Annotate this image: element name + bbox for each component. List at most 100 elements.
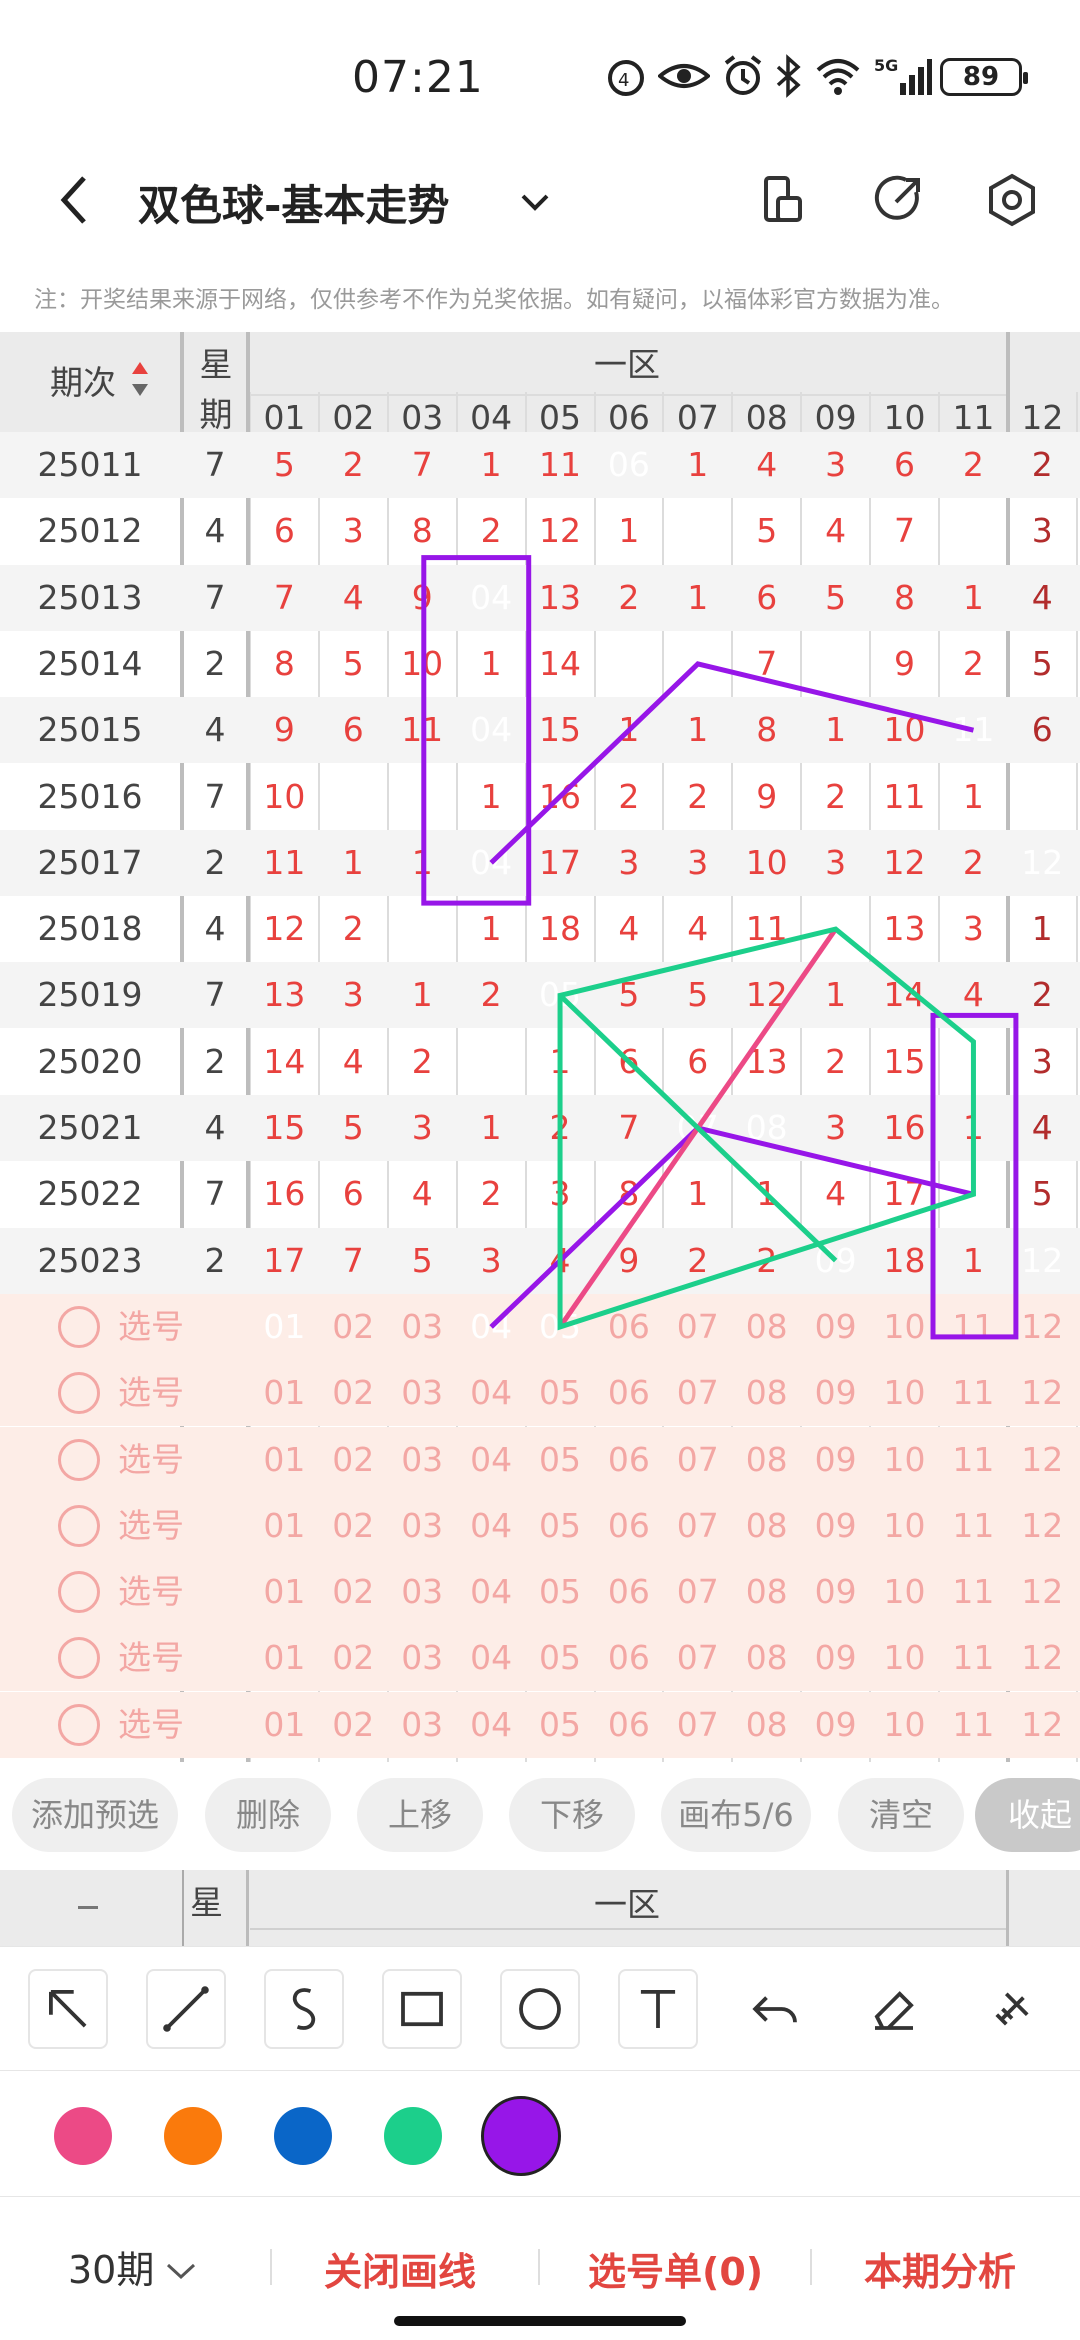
selectable-number[interactable]: 06 xyxy=(595,1294,664,1360)
arrow-tool-icon[interactable] xyxy=(28,1969,108,2049)
selectable-number[interactable]: 03 xyxy=(388,1294,457,1360)
selectable-number[interactable]: 04 xyxy=(457,1559,526,1625)
select-radio[interactable] xyxy=(58,1372,100,1415)
selectable-number[interactable]: 09 xyxy=(801,1692,870,1758)
selectable-number[interactable]: 07 xyxy=(663,1692,732,1758)
selectable-number[interactable]: 04 xyxy=(457,1493,526,1559)
selectable-number[interactable]: 01 xyxy=(250,1692,319,1758)
color-swatch-green[interactable] xyxy=(384,2107,442,2165)
selectable-number[interactable]: 02 xyxy=(319,1559,388,1625)
rectangle-tool-icon[interactable] xyxy=(382,1969,462,2049)
back-arrow-icon[interactable] xyxy=(50,170,100,230)
selectable-number[interactable]: 11 xyxy=(939,1559,1008,1625)
selectable-number[interactable]: 06 xyxy=(595,1360,664,1426)
selectable-number[interactable]: 12 xyxy=(1008,1493,1077,1559)
selectable-number[interactable]: 12 xyxy=(1008,1427,1077,1493)
selectable-number[interactable]: 12 xyxy=(1008,1692,1077,1758)
selectable-number[interactable]: 09 xyxy=(801,1493,870,1559)
line-tool-icon[interactable] xyxy=(146,1969,226,2049)
settings-icon[interactable] xyxy=(982,170,1042,230)
selectable-number[interactable]: 05 xyxy=(526,1493,595,1559)
selectable-number[interactable]: 03 xyxy=(388,1427,457,1493)
selection-list-button[interactable]: 选号单(0) xyxy=(588,2241,763,2296)
selectable-number[interactable]: 11 xyxy=(939,1427,1008,1493)
selectable-number[interactable]: 09 xyxy=(801,1360,870,1426)
selectable-number[interactable]: 10 xyxy=(870,1625,939,1691)
selectable-number[interactable]: 11 xyxy=(939,1360,1008,1426)
selected-number-ball[interactable]: 05 xyxy=(526,1294,595,1360)
selectable-number[interactable]: 08 xyxy=(732,1559,801,1625)
selectable-number[interactable]: 09 xyxy=(801,1427,870,1493)
period-analysis-button[interactable]: 本期分析 xyxy=(864,2241,1016,2296)
selectable-number[interactable]: 08 xyxy=(732,1294,801,1360)
selectable-number[interactable]: 03 xyxy=(388,1493,457,1559)
selectable-number[interactable]: 01 xyxy=(250,1427,319,1493)
canvas-button[interactable]: 画布5/6 xyxy=(661,1778,811,1852)
selectable-number[interactable]: 01 xyxy=(250,1493,319,1559)
select-radio[interactable] xyxy=(58,1305,100,1348)
selectable-number[interactable]: 01 xyxy=(250,1360,319,1426)
color-swatch-blue[interactable] xyxy=(274,2107,332,2165)
selectable-number[interactable]: 12 xyxy=(1008,1294,1077,1360)
selectable-number[interactable]: 08 xyxy=(732,1692,801,1758)
selectable-number[interactable]: 11 xyxy=(939,1692,1008,1758)
selectable-number[interactable]: 06 xyxy=(595,1559,664,1625)
selectable-number[interactable]: 07 xyxy=(663,1559,732,1625)
selectable-number[interactable]: 06 xyxy=(595,1625,664,1691)
undo-icon[interactable] xyxy=(736,1969,816,2049)
selectable-number[interactable]: 08 xyxy=(732,1493,801,1559)
move-down-button[interactable]: 下移 xyxy=(509,1778,635,1852)
selectable-number[interactable]: 02 xyxy=(319,1625,388,1691)
selectable-number[interactable]: 04 xyxy=(457,1427,526,1493)
selectable-number[interactable]: 10 xyxy=(870,1493,939,1559)
move-up-button[interactable]: 上移 xyxy=(357,1778,483,1852)
selectable-number[interactable]: 04 xyxy=(457,1360,526,1426)
selectable-number[interactable]: 01 xyxy=(250,1559,319,1625)
eraser-icon[interactable] xyxy=(854,1969,934,2049)
selectable-number[interactable]: 11 xyxy=(939,1294,1008,1360)
delete-button[interactable]: 删除 xyxy=(205,1778,331,1852)
rotate-screen-icon[interactable] xyxy=(752,170,812,230)
color-swatch-pink[interactable] xyxy=(54,2107,112,2165)
close-lines-button[interactable]: 关闭画线 xyxy=(324,2241,476,2296)
clear-button[interactable]: 清空 xyxy=(838,1778,964,1852)
curve-tool-icon[interactable] xyxy=(264,1969,344,2049)
column-header-issue[interactable]: 期次 xyxy=(50,356,116,404)
selectable-number[interactable]: 07 xyxy=(663,1360,732,1426)
selectable-number[interactable]: 07 xyxy=(663,1427,732,1493)
add-preselection-button[interactable]: 添加预选 xyxy=(12,1778,178,1852)
color-swatch-purple[interactable] xyxy=(481,2096,561,2176)
clear-drawing-icon[interactable] xyxy=(972,1969,1052,2049)
period-selector[interactable]: 30期 xyxy=(68,2239,198,2294)
selectable-number[interactable]: 05 xyxy=(526,1427,595,1493)
selectable-number[interactable]: 03 xyxy=(388,1360,457,1426)
selectable-number[interactable]: 01 xyxy=(250,1625,319,1691)
selectable-number[interactable]: 08 xyxy=(732,1427,801,1493)
selectable-number[interactable]: 06 xyxy=(595,1427,664,1493)
selected-number-ball[interactable]: 01 xyxy=(250,1294,319,1360)
selectable-number[interactable]: 05 xyxy=(526,1692,595,1758)
selectable-number[interactable]: 05 xyxy=(526,1625,595,1691)
selectable-number[interactable]: 10 xyxy=(870,1427,939,1493)
selectable-number[interactable]: 02 xyxy=(319,1427,388,1493)
selectable-number[interactable]: 07 xyxy=(663,1493,732,1559)
selectable-number[interactable]: 08 xyxy=(732,1625,801,1691)
selectable-number[interactable]: 03 xyxy=(388,1559,457,1625)
selectable-number[interactable]: 10 xyxy=(870,1360,939,1426)
selectable-number[interactable]: 07 xyxy=(663,1625,732,1691)
selectable-number[interactable]: 04 xyxy=(457,1692,526,1758)
circle-tool-icon[interactable] xyxy=(500,1969,580,2049)
selectable-number[interactable]: 11 xyxy=(939,1625,1008,1691)
select-radio[interactable] xyxy=(58,1504,100,1547)
selectable-number[interactable]: 07 xyxy=(663,1294,732,1360)
selected-number-ball[interactable]: 04 xyxy=(457,1294,526,1360)
selectable-number[interactable]: 02 xyxy=(319,1294,388,1360)
selectable-number[interactable]: 03 xyxy=(388,1692,457,1758)
select-radio[interactable] xyxy=(58,1438,100,1481)
text-tool-icon[interactable] xyxy=(618,1969,698,2049)
selectable-number[interactable]: 02 xyxy=(319,1692,388,1758)
sort-icon[interactable] xyxy=(130,360,150,400)
selectable-number[interactable]: 08 xyxy=(732,1360,801,1426)
selectable-number[interactable]: 02 xyxy=(319,1493,388,1559)
selectable-number[interactable]: 05 xyxy=(526,1360,595,1426)
